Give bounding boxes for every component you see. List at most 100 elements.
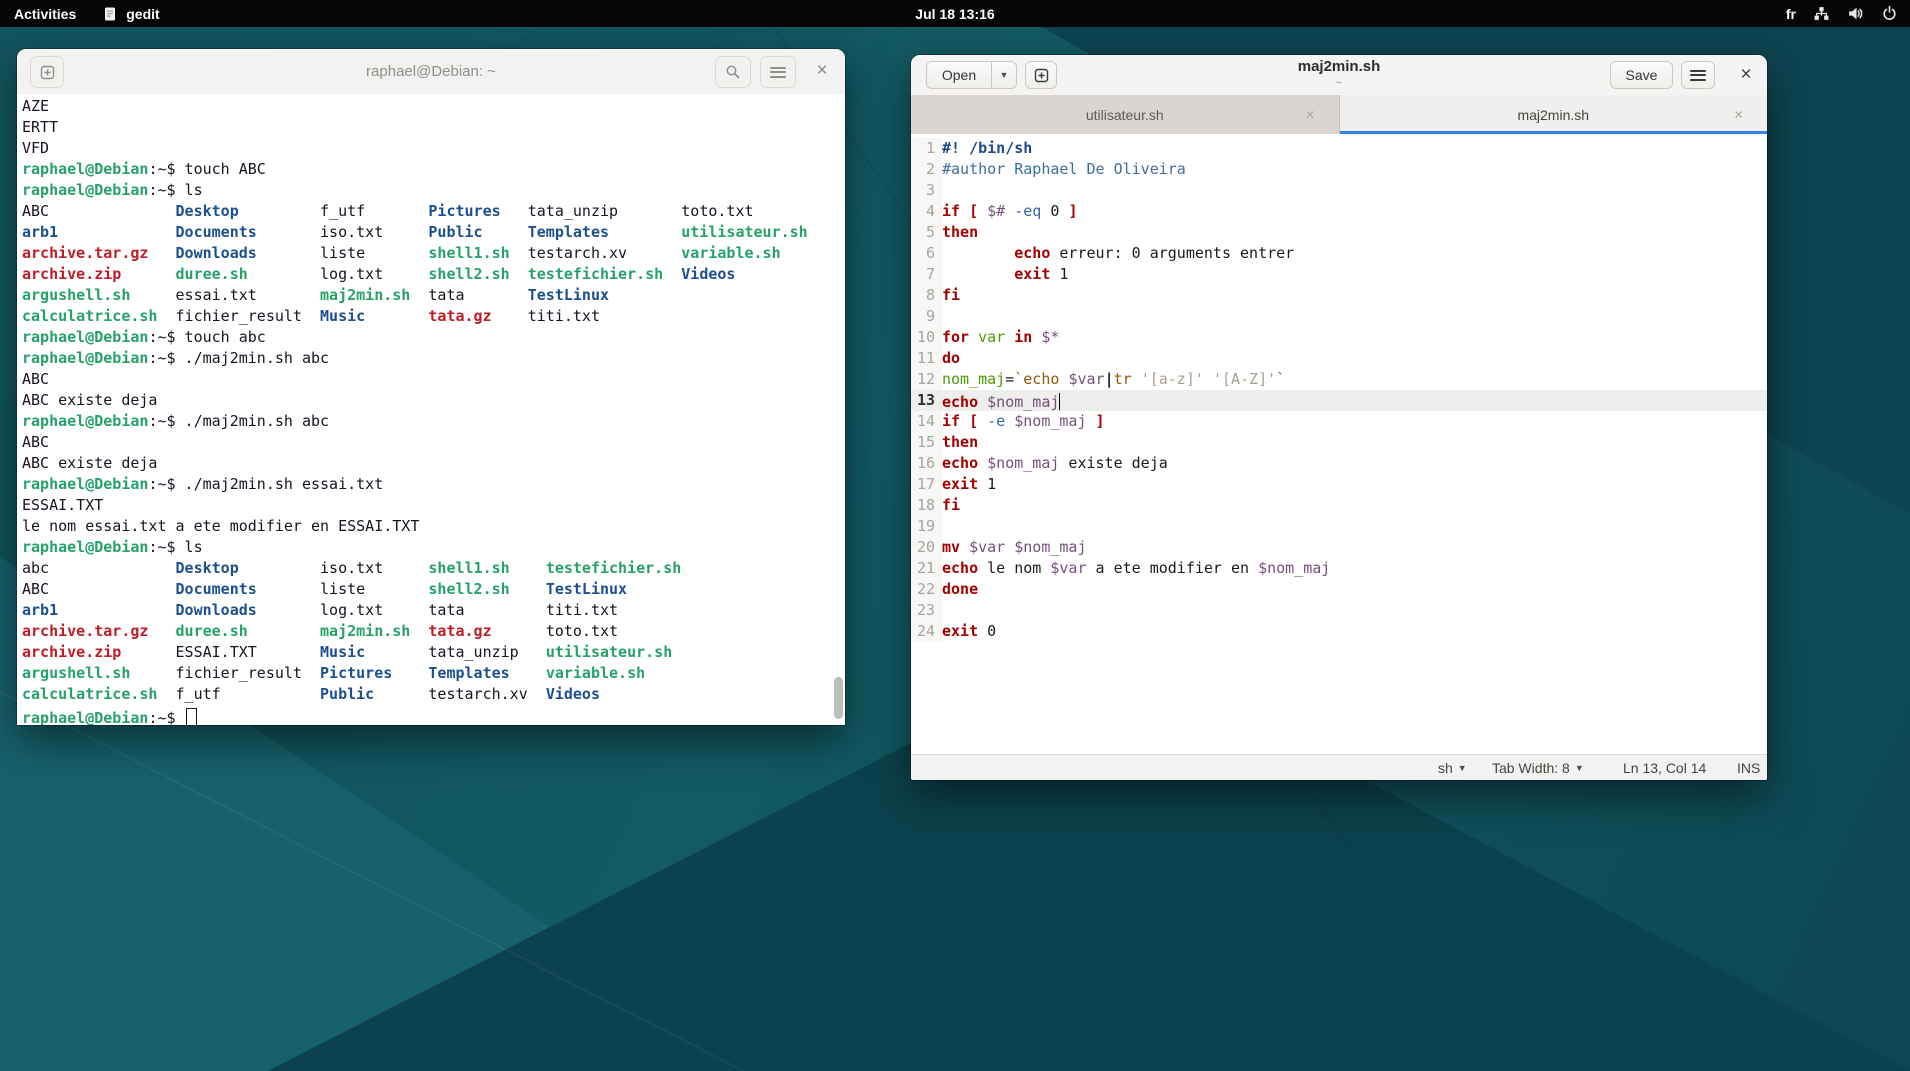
gedit-new-document-button[interactable] [1025,61,1057,89]
line-number: 21 [911,558,942,579]
terminal-line: argushell.sh essai.txt maj2min.sh tata T… [22,285,845,306]
code-line: 5then [911,222,1767,243]
code-line: 18fi [911,495,1767,516]
tab-close-icon[interactable]: × [1306,106,1315,123]
terminal-line: arb1 Documents iso.txt Public Templates … [22,222,845,243]
terminal-line: archive.tar.gz duree.sh maj2min.sh tata.… [22,621,845,642]
code-line: 13echo $nom_maj [911,390,1767,411]
language-selector[interactable]: sh ▼ [1438,755,1467,780]
power-icon[interactable] [1881,5,1898,22]
terminal-scrollbar[interactable] [834,677,843,719]
code-line: 8fi [911,285,1767,306]
chevron-down-icon: ▼ [1458,763,1467,773]
open-recent-dropdown[interactable]: ▼ [991,61,1017,89]
code-line: 9 [911,306,1767,327]
code-line: 19 [911,516,1767,537]
activities-button[interactable]: Activities [14,6,76,22]
terminal-line: VFD [22,138,845,159]
tab-maj2min[interactable]: maj2min.sh × [1340,95,1768,134]
code-line: 14if [ -e $nom_maj ] [911,411,1767,432]
code-line: 12nom_maj=`echo $var|tr '[a-z]' '[A-Z]'` [911,369,1767,390]
terminal-line: ABC Documents liste shell2.sh TestLinux [22,579,845,600]
line-number: 6 [911,243,942,264]
app-menu-button[interactable]: gedit [102,6,159,22]
line-number: 13 [911,390,942,411]
desktop: Activities gedit Jul 18 13:16 fr [0,0,1910,1071]
terminal-new-tab-button[interactable] [30,56,64,88]
text-caret [1059,393,1060,410]
code-line: 3 [911,180,1767,201]
line-number: 23 [911,600,942,621]
terminal-body[interactable]: AZEERTTVFDraphael@Debian:~$ touch ABCrap… [17,94,845,725]
code-line: 22done [911,579,1767,600]
line-number: 18 [911,495,942,516]
line-number: 7 [911,264,942,285]
network-wired-icon[interactable] [1813,5,1830,22]
terminal-line: ABC [22,432,845,453]
terminal-line: calculatrice.sh fichier_result Music tat… [22,306,845,327]
terminal-line: archive.zip duree.sh log.txt shell2.sh t… [22,264,845,285]
terminal-line: ABC Desktop f_utf Pictures tata_unzip to… [22,201,845,222]
line-number: 22 [911,579,942,600]
terminal-menu-button[interactable] [760,56,796,88]
terminal-titlebar[interactable]: raphael@Debian: ~ × [17,49,845,95]
terminal-close-button[interactable]: × [807,56,837,86]
new-document-icon [1034,68,1049,83]
line-number: 4 [911,201,942,222]
gedit-title: maj2min.sh [1298,59,1381,74]
line-number: 11 [911,348,942,369]
line-number: 3 [911,180,942,201]
terminal-line: raphael@Debian:~$ ls [22,180,845,201]
gedit-title-area: maj2min.sh ~ [1298,59,1381,89]
code-line: 23 [911,600,1767,621]
insert-mode-indicator: INS [1737,755,1760,780]
save-button[interactable]: Save [1610,61,1673,89]
tab-utilisateur[interactable]: utilisateur.sh × [911,95,1340,134]
code-line: 20mv $var $nom_maj [911,537,1767,558]
tab-label: utilisateur.sh [1086,107,1164,123]
gedit-menu-button[interactable] [1681,61,1715,89]
clock[interactable]: Jul 18 13:16 [915,0,994,27]
terminal-line: raphael@Debian:~$ ./maj2min.sh abc [22,348,845,369]
terminal-line: AZE [22,96,845,117]
new-tab-icon [40,65,55,80]
terminal-line: raphael@Debian:~$ ls [22,537,845,558]
code-line: 24exit 0 [911,621,1767,642]
editor-view[interactable]: 1#! /bin/sh2#author Raphael De Oliveira3… [911,134,1767,755]
tab-width-selector[interactable]: Tab Width: 8 ▼ [1492,755,1584,780]
terminal-line: raphael@Debian:~$ ./maj2min.sh abc [22,411,845,432]
gedit-close-button[interactable]: × [1733,61,1759,89]
tab-close-icon[interactable]: × [1734,106,1743,123]
code-line: 4if [ $# -eq 0 ] [911,201,1767,222]
line-number: 20 [911,537,942,558]
line-number: 19 [911,516,942,537]
app-menu-label: gedit [126,6,159,22]
terminal-output: AZEERTTVFDraphael@Debian:~$ touch ABCrap… [17,94,845,725]
close-icon: × [816,60,827,82]
line-number: 16 [911,453,942,474]
terminal-line: ABC existe deja [22,453,845,474]
cursor-position: Ln 13, Col 14 [1623,755,1706,780]
keyboard-layout-indicator[interactable]: fr [1786,6,1796,22]
terminal-line: archive.zip ESSAI.TXT Music tata_unzip u… [22,642,845,663]
terminal-cursor [186,708,197,725]
code-line: 10for var in $* [911,327,1767,348]
hamburger-icon [770,64,786,80]
line-number: 17 [911,474,942,495]
chevron-down-icon: ▼ [1575,763,1584,773]
terminal-line: ABC existe deja [22,390,845,411]
code-line: 6 echo erreur: 0 arguments entrer [911,243,1767,264]
line-number: 9 [911,306,942,327]
gedit-window: Open ▼ maj2min.sh ~ Save × [911,55,1767,780]
volume-icon[interactable] [1847,5,1864,22]
code-line: 1#! /bin/sh [911,138,1767,159]
line-number: 24 [911,621,942,642]
gedit-headerbar[interactable]: Open ▼ maj2min.sh ~ Save × [911,55,1767,96]
line-number: 12 [911,369,942,390]
open-button[interactable]: Open [926,61,992,89]
line-number: 14 [911,411,942,432]
terminal-line: argushell.sh fichier_result Pictures Tem… [22,663,845,684]
hamburger-icon [1690,67,1706,83]
code-line: 7 exit 1 [911,264,1767,285]
terminal-search-button[interactable] [715,56,751,88]
